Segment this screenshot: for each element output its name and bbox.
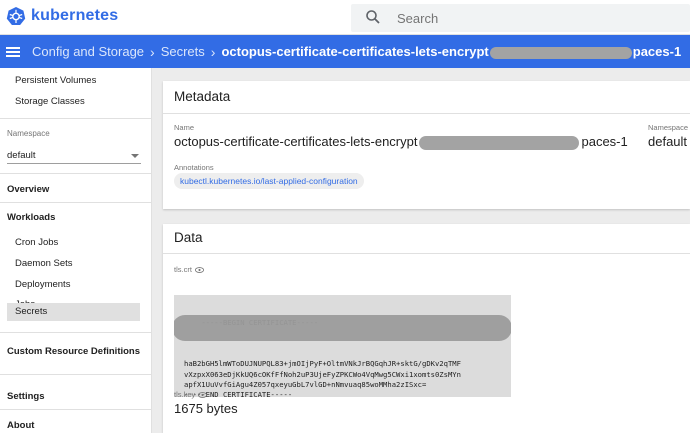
redaction-mark (489, 46, 632, 59)
divider (0, 374, 151, 375)
namespace-field-value: default (648, 134, 688, 149)
sidebar-item-persistent-volumes[interactable]: Persistent Volumes (15, 75, 96, 86)
menu-icon[interactable] (6, 45, 20, 59)
data-card: Data tls.crt -----BEGIN CERTIFICATE-----… (163, 224, 690, 433)
sidebar-section-crd[interactable]: Custom Resource Definitions (7, 346, 140, 357)
metadata-title: Metadata (174, 89, 231, 104)
divider (0, 202, 151, 203)
breadcrumb-current: octopus-certificate-certificates-lets-en… (221, 44, 681, 59)
sidebar-item-cron-jobs[interactable]: Cron Jobs (15, 237, 58, 248)
eye-icon[interactable] (194, 267, 204, 273)
chevron-right-icon: › (210, 43, 216, 60)
namespace-field-label: Namespace (648, 123, 689, 132)
tls-crt-label: tls.crt (174, 265, 204, 274)
sidebar-item-label: Secrets (15, 306, 48, 317)
kubernetes-logo[interactable]: kubernetes (6, 6, 118, 26)
eye-icon[interactable] (198, 392, 208, 398)
breadcrumb-bar: Config and Storage › Secrets › octopus-c… (0, 35, 690, 68)
search-input[interactable] (397, 8, 677, 28)
breadcrumb: Config and Storage › Secrets › octopus-c… (32, 44, 681, 60)
annotations-label: Annotations (174, 163, 214, 172)
divider (163, 113, 690, 114)
tls-key-value: 1675 bytes (174, 401, 238, 416)
namespace-select[interactable]: default (7, 148, 141, 164)
tls-crt-label-text: tls.crt (174, 265, 192, 274)
breadcrumb-current-prefix: octopus-certificate-certificates-lets-en… (221, 44, 489, 59)
sidebar: Persistent Volumes Storage Classes Names… (0, 68, 152, 433)
sidebar-item-storage-classes[interactable]: Storage Classes (15, 96, 85, 107)
divider (0, 332, 151, 333)
metadata-card: Metadata Name octopus-certificate-certif… (163, 81, 690, 209)
namespace-label: Namespace (7, 129, 50, 138)
caret-down-icon (131, 153, 139, 158)
name-prefix: octopus-certificate-certificates-lets-en… (174, 134, 418, 149)
divider (163, 253, 690, 254)
tls-key-label: tls.key (174, 390, 208, 399)
logo-text: kubernetes (31, 7, 119, 24)
annotation-chip[interactable]: kubectl.kubernetes.io/last-applied-confi… (174, 173, 364, 189)
data-title: Data (174, 230, 203, 245)
redaction-mark (174, 315, 511, 341)
divider (0, 118, 151, 119)
sidebar-section-overview[interactable]: Overview (7, 184, 49, 195)
breadcrumb-config-and-storage[interactable]: Config and Storage (32, 44, 144, 59)
sidebar-item-deployments[interactable]: Deployments (15, 279, 70, 290)
certificate-text: -----BEGIN CERTIFICATE----- haB2bGH5lmWT… (174, 295, 511, 397)
name-suffix: paces-1 (581, 134, 628, 149)
chevron-right-icon: › (150, 43, 155, 60)
search-icon[interactable] (365, 9, 381, 25)
breadcrumb-current-suffix: paces-1 (632, 44, 682, 59)
sidebar-item-daemon-sets[interactable]: Daemon Sets (15, 258, 73, 269)
search-box[interactable] (351, 4, 690, 32)
name-label: Name (174, 123, 195, 132)
top-bar: kubernetes (0, 0, 690, 35)
divider (0, 173, 151, 174)
sidebar-section-settings[interactable]: Settings (7, 391, 44, 402)
tls-key-label-text: tls.key (174, 390, 196, 399)
divider (0, 409, 151, 410)
breadcrumb-secrets[interactable]: Secrets (161, 44, 205, 59)
sidebar-section-about[interactable]: About (7, 420, 34, 431)
redaction-mark (419, 135, 580, 150)
namespace-value: default (7, 150, 36, 161)
name-value: octopus-certificate-certificates-lets-en… (174, 134, 628, 150)
sidebar-section-workloads[interactable]: Workloads (7, 212, 55, 223)
sidebar-item-secrets[interactable]: Secrets (7, 303, 140, 321)
kubernetes-wheel-icon (6, 7, 26, 25)
